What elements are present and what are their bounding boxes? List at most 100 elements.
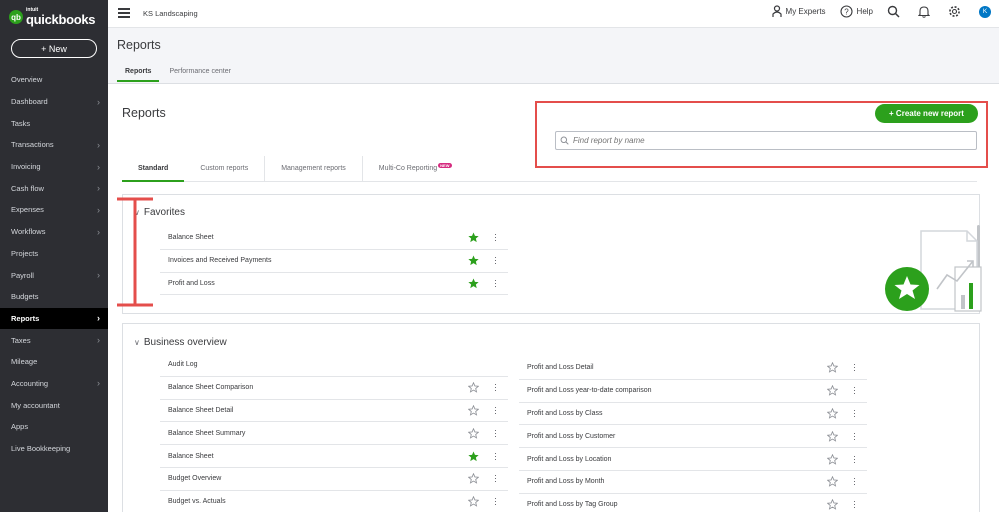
- star-outline-icon[interactable]: [468, 473, 479, 485]
- star-filled-icon[interactable]: [468, 278, 479, 289]
- star-outline-icon[interactable]: [827, 499, 838, 510]
- sidebar-item-accounting[interactable]: Accounting ›: [0, 373, 108, 395]
- chevron-right-icon: ›: [97, 139, 100, 150]
- report-row[interactable]: Balance Sheet Comparison ⋯: [160, 377, 508, 400]
- sidebar-item-apps[interactable]: Apps: [0, 416, 108, 438]
- sidebar-item-expenses[interactable]: Expenses ›: [0, 199, 108, 221]
- sidebar-item-overview[interactable]: Overview: [0, 69, 108, 91]
- tab-standard[interactable]: Standard: [122, 156, 185, 182]
- star-outline-icon[interactable]: [468, 404, 479, 416]
- report-row[interactable]: Profit and Loss year-to-date comparison ⋯: [519, 380, 867, 403]
- star-outline-icon[interactable]: [468, 382, 479, 393]
- report-row[interactable]: Balance Sheet ⋯: [160, 227, 508, 250]
- new-button[interactable]: + New: [11, 39, 97, 58]
- star-filled-icon[interactable]: [468, 451, 479, 462]
- quickbooks-logo[interactable]: qb intuit quickbooks: [9, 7, 96, 27]
- chevron-right-icon: ›: [97, 378, 100, 389]
- user-avatar[interactable]: K: [979, 5, 991, 18]
- sidebar-item-projects[interactable]: Projects: [0, 243, 108, 265]
- more-options-icon[interactable]: ⋯: [850, 500, 860, 509]
- report-row[interactable]: Budget Overview ⋯: [160, 468, 508, 491]
- report-name: Profit and Loss by Tag Group: [527, 501, 618, 509]
- star-outline-icon[interactable]: [468, 427, 479, 439]
- more-options-icon[interactable]: ⋯: [491, 279, 501, 288]
- report-name: Audit Log: [168, 361, 198, 369]
- star-outline-icon[interactable]: [827, 476, 838, 488]
- sidebar-item-label: Apps: [11, 422, 29, 432]
- tab-custom-reports[interactable]: Custom reports: [184, 156, 266, 181]
- reports-heading: Reports: [122, 106, 166, 120]
- report-row[interactable]: Profit and Loss by Customer ⋯: [519, 425, 867, 449]
- tab-management-reports[interactable]: Management reports: [265, 156, 363, 181]
- report-row[interactable]: Profit and Loss by Class ⋯: [519, 403, 867, 426]
- report-name: Invoices and Received Payments: [168, 257, 272, 265]
- more-options-icon[interactable]: ⋯: [850, 363, 860, 372]
- star-outline-icon[interactable]: [468, 496, 479, 507]
- sidebar-item-mileage[interactable]: Mileage: [0, 351, 108, 373]
- more-options-icon[interactable]: ⋯: [850, 386, 860, 395]
- more-options-icon[interactable]: ⋯: [491, 497, 501, 506]
- report-row[interactable]: Audit Log: [160, 354, 508, 377]
- sidebar-item-live-bookkeeping[interactable]: Live Bookkeeping: [0, 438, 108, 460]
- sidebar-item-cash-flow[interactable]: Cash flow ›: [0, 177, 108, 199]
- star-filled-icon[interactable]: [468, 255, 479, 266]
- report-name: Balance Sheet Detail: [168, 406, 234, 414]
- sidebar-item-tasks[interactable]: Tasks: [0, 112, 108, 134]
- report-row[interactable]: Profit and Loss by Month ⋯: [519, 471, 867, 494]
- star-outline-icon[interactable]: [827, 385, 838, 396]
- star-outline-icon[interactable]: [827, 407, 838, 419]
- notifications-button[interactable]: [918, 5, 934, 18]
- star-outline-icon[interactable]: [827, 362, 838, 374]
- sidebar-item-label: Cash flow: [11, 183, 44, 193]
- more-options-icon[interactable]: ⋯: [850, 432, 860, 441]
- report-row[interactable]: Budget vs. Actuals ⋯: [160, 491, 508, 512]
- more-options-icon[interactable]: ⋯: [850, 477, 860, 486]
- search-icon: [887, 5, 900, 18]
- sidebar-item-my-accountant[interactable]: My accountant: [0, 394, 108, 416]
- more-options-icon[interactable]: ⋯: [491, 406, 501, 415]
- sidebar-item-taxes[interactable]: Taxes ›: [0, 329, 108, 351]
- star-outline-icon[interactable]: [827, 453, 838, 465]
- star-filled-icon[interactable]: [468, 232, 479, 243]
- report-row[interactable]: Invoices and Received Payments ⋯: [160, 250, 508, 273]
- business-overview-header[interactable]: ∨ Business overview: [134, 337, 227, 348]
- more-options-icon[interactable]: ⋯: [850, 409, 860, 418]
- report-row[interactable]: Balance Sheet Summary ⋯: [160, 422, 508, 446]
- report-row[interactable]: Profit and Loss by Tag Group ⋯: [519, 494, 867, 512]
- report-name: Budget vs. Actuals: [168, 498, 226, 506]
- sidebar-item-label: Live Bookkeeping: [11, 444, 71, 454]
- more-options-icon[interactable]: ⋯: [491, 474, 501, 483]
- report-row[interactable]: Profit and Loss by Location ⋯: [519, 448, 867, 471]
- my-experts-button[interactable]: My Experts: [771, 5, 826, 18]
- more-options-icon[interactable]: ⋯: [850, 455, 860, 464]
- business-overview-section: ∨ Business overview Audit Log Balance She…: [122, 323, 980, 512]
- report-row[interactable]: Balance Sheet ⋯: [160, 445, 508, 468]
- report-row[interactable]: Profit and Loss Detail ⋯: [519, 357, 867, 380]
- more-options-icon[interactable]: ⋯: [491, 256, 501, 265]
- report-name: Profit and Loss year-to-date comparison: [527, 387, 652, 395]
- star-outline-icon[interactable]: [827, 430, 838, 442]
- hamburger-menu-icon[interactable]: [118, 8, 130, 18]
- report-illustration-icon: [885, 230, 982, 312]
- sidebar-item-dashboard[interactable]: Dashboard ›: [0, 91, 108, 113]
- more-options-icon[interactable]: ⋯: [491, 233, 501, 242]
- sidebar-item-reports[interactable]: Reports ›: [0, 307, 108, 330]
- sidebar-item-invoicing[interactable]: Invoicing ›: [0, 156, 108, 178]
- more-options-icon[interactable]: ⋯: [491, 383, 501, 392]
- sidebar-item-transactions[interactable]: Transactions ›: [0, 134, 108, 156]
- settings-button[interactable]: [948, 5, 965, 18]
- search-button[interactable]: [887, 5, 904, 18]
- tab-reports[interactable]: Reports: [117, 68, 160, 82]
- report-row[interactable]: Profit and Loss ⋯: [160, 273, 508, 296]
- tab-multi-co-reporting[interactable]: Multi-Co Reporting NEW: [363, 156, 468, 181]
- help-icon: ?: [839, 5, 853, 18]
- chevron-right-icon: ›: [97, 96, 100, 107]
- sidebar-item-payroll[interactable]: Payroll ›: [0, 264, 108, 286]
- sidebar-item-budgets[interactable]: Budgets: [0, 286, 108, 308]
- sidebar-item-workflows[interactable]: Workflows ›: [0, 221, 108, 243]
- more-options-icon[interactable]: ⋯: [491, 452, 501, 461]
- tab-performance-center[interactable]: Performance center: [161, 68, 238, 82]
- more-options-icon[interactable]: ⋯: [491, 429, 501, 438]
- report-row[interactable]: Balance Sheet Detail ⋯: [160, 400, 508, 423]
- help-button[interactable]: ? Help: [839, 5, 873, 18]
